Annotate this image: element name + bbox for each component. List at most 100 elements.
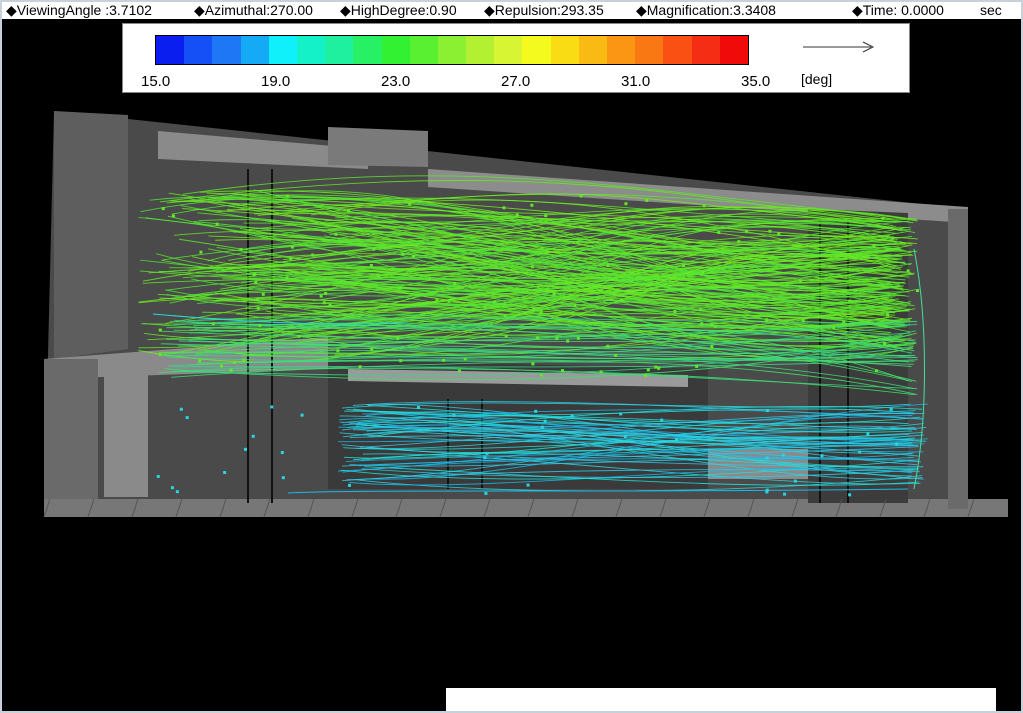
particle-marker (281, 476, 285, 480)
particle-marker (699, 308, 703, 312)
status-bar: ◆ViewingAngle :3.7102 ◆Azimuthal:270.00 … (2, 2, 1021, 19)
particle-marker (311, 253, 315, 257)
particle-marker (714, 324, 718, 328)
particle-marker (256, 306, 260, 310)
particle-marker (654, 365, 658, 369)
lower-left-wall (44, 359, 98, 517)
particle-marker (254, 281, 258, 285)
particle-marker (576, 241, 580, 245)
lower-left-panel (104, 361, 148, 497)
flow-direction-arrow-icon (803, 41, 875, 53)
color-scale-segment (550, 36, 579, 64)
particle-marker (543, 419, 547, 423)
color-scale-segment (437, 36, 467, 64)
color-scale-segment (635, 36, 664, 64)
particle-marker (573, 303, 577, 307)
particle-marker (336, 349, 340, 353)
particle-marker (853, 288, 857, 292)
particle-marker (848, 299, 852, 303)
color-scale-segment (719, 36, 748, 64)
particle-marker (447, 299, 451, 303)
particle-marker (239, 247, 243, 251)
particle-marker (504, 334, 508, 338)
particle-marker (175, 490, 179, 494)
particle-marker (866, 432, 870, 436)
particle-marker (463, 357, 467, 361)
particle-marker (858, 450, 862, 454)
legend-tick: 31.0 (621, 73, 651, 90)
particle-marker (530, 265, 534, 269)
particle-marker (452, 413, 456, 417)
airflow-scene[interactable] (8, 19, 1019, 711)
particle-marker (619, 298, 623, 302)
particle-marker (606, 344, 610, 348)
particle-marker (570, 414, 574, 418)
color-scale-segment (409, 36, 438, 64)
particle-marker (675, 437, 679, 441)
particle-marker (717, 230, 721, 234)
particle-marker (645, 198, 649, 202)
particle-marker (158, 328, 162, 332)
particle-marker (744, 229, 748, 233)
particle-marker (530, 203, 534, 207)
particle-marker (566, 339, 570, 343)
particle-marker (883, 342, 887, 346)
legend-tick: 23.0 (381, 73, 411, 90)
building-left-wall (54, 111, 128, 359)
particle-marker (612, 292, 616, 296)
particle-marker (502, 206, 506, 210)
particle-marker (765, 490, 769, 494)
particle-marker (624, 202, 628, 206)
color-scale-segment (212, 36, 241, 64)
particle-marker (442, 358, 446, 362)
legend-tick: 19.0 (261, 73, 291, 90)
particle-marker (576, 336, 580, 340)
color-scale-bar (155, 35, 749, 65)
particle-marker (531, 308, 535, 312)
color-scale-segment (353, 36, 382, 64)
particle-marker (243, 447, 247, 451)
magnification-readout: ◆Magnification:3.3408 (636, 2, 776, 18)
color-scale-segment (663, 36, 692, 64)
particle-marker (324, 291, 328, 295)
right-wall (948, 209, 968, 509)
color-scale-segment (381, 36, 410, 64)
particle-marker (376, 273, 380, 277)
color-scale-segment (296, 36, 326, 64)
particle-marker (536, 336, 540, 340)
particle-marker (251, 434, 255, 438)
particle-marker (526, 483, 530, 487)
particle-marker (614, 353, 618, 357)
3d-viewport[interactable]: 15.0 19.0 23.0 27.0 31.0 35.0 [deg] (8, 19, 1019, 711)
particle-marker (721, 247, 725, 251)
particle-marker (280, 450, 284, 454)
particle-marker (199, 250, 203, 254)
time-readout: ◆Time: 0.0000 (852, 2, 944, 18)
particle-marker (428, 277, 432, 281)
particle-marker (220, 364, 224, 368)
particle-marker (681, 263, 685, 267)
particle-marker (623, 435, 627, 439)
particle-marker (171, 214, 175, 218)
particle-marker (515, 213, 519, 217)
particle-marker (179, 407, 183, 411)
particle-marker (701, 271, 705, 275)
particle-marker (889, 407, 893, 411)
particle-marker (552, 292, 556, 296)
particle-marker (255, 298, 259, 302)
particle-marker (906, 269, 910, 273)
particle-marker (608, 277, 612, 281)
high-degree-readout: ◆HighDegree:0.90 (340, 2, 457, 18)
particle-marker (322, 301, 326, 305)
particle-marker (370, 347, 374, 351)
color-legend: 15.0 19.0 23.0 27.0 31.0 35.0 [deg] (122, 23, 910, 93)
particle-marker (599, 370, 603, 374)
particle-marker (534, 409, 538, 413)
legend-tick: 35.0 (741, 73, 771, 90)
particle-marker (297, 334, 301, 338)
roof-block (328, 127, 428, 167)
repulsion-readout: ◆Repulsion:293.35 (484, 2, 604, 18)
particle-marker (781, 453, 785, 457)
particle-marker (161, 207, 165, 211)
particle-marker (285, 276, 289, 280)
